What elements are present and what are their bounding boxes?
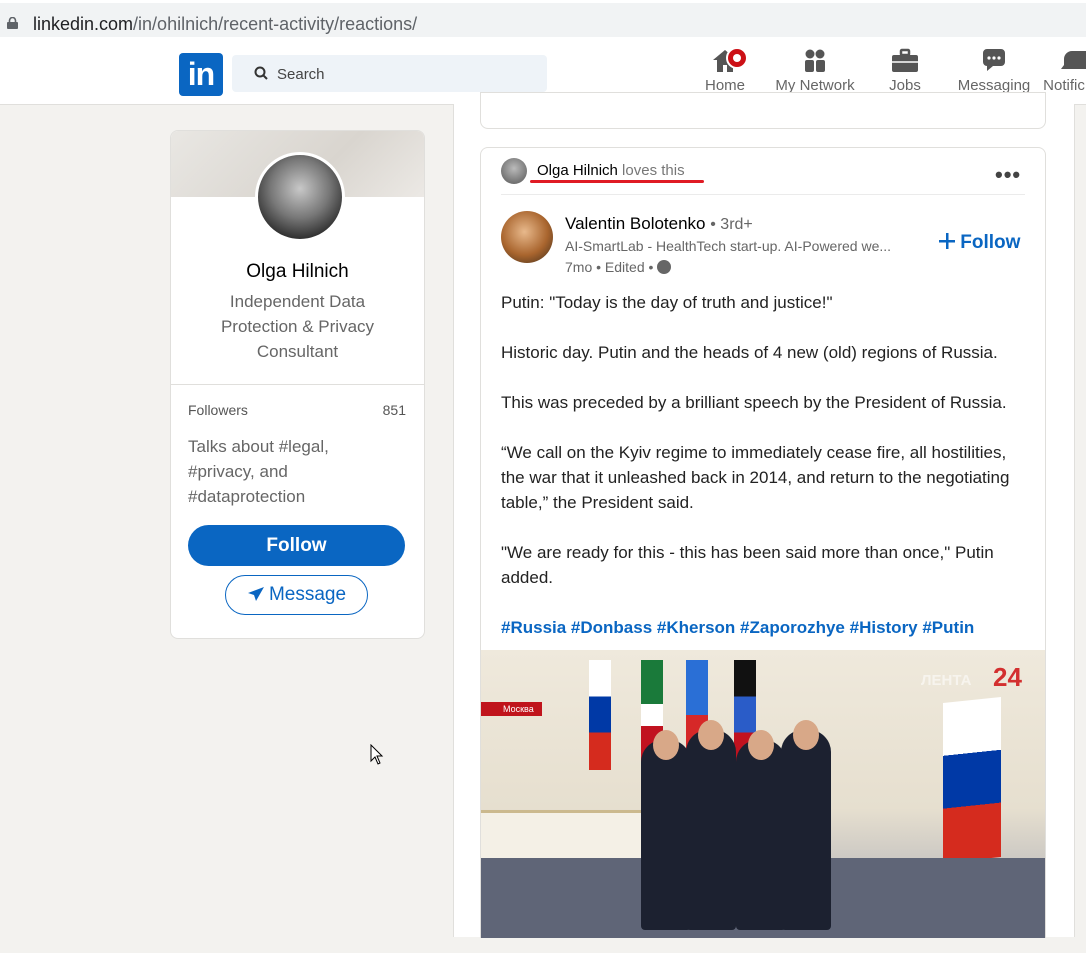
post-paragraph: Putin: "Today is the day of truth and ju…	[501, 293, 833, 312]
search-placeholder: Search	[277, 66, 325, 83]
image-channel-text: ЛЕНТА	[921, 672, 972, 689]
nav-notifications[interactable]: Notific	[1042, 47, 1086, 101]
search-input[interactable]: Search	[232, 55, 547, 92]
profile-name[interactable]: Olga Hilnich	[171, 261, 424, 283]
url-text[interactable]: linkedin.com/in/ohilnich/recent-activity…	[33, 14, 417, 35]
person-figure	[781, 730, 831, 930]
author-avatar[interactable]	[501, 211, 553, 263]
nav-notifications-label: Notific	[1043, 77, 1085, 94]
url-path: /in/ohilnich/recent-activity/reactions/	[133, 14, 418, 34]
person-figure	[686, 730, 736, 930]
post-card: Olga Hilnich loves this ••• Valentin Bol…	[480, 147, 1046, 938]
flag	[589, 660, 611, 770]
talks-about: Talks about #legal, #privacy, and #datap…	[188, 437, 329, 506]
post-time-line: 7mo • Edited •	[565, 259, 672, 275]
plus-icon	[939, 233, 955, 249]
author-name[interactable]: Valentin Bolotenko	[565, 214, 706, 233]
search-icon	[254, 66, 268, 80]
mouse-cursor-icon	[370, 744, 384, 765]
red-underline-annotation	[530, 180, 704, 183]
profile-follow-button[interactable]: Follow	[188, 525, 405, 566]
image-channel-logo: 24	[993, 662, 1022, 692]
chat-icon	[983, 49, 1005, 71]
image-location-tag: Москва	[481, 702, 542, 716]
context-divider	[501, 194, 1025, 195]
briefcase-icon	[892, 48, 918, 72]
card-divider	[171, 384, 424, 385]
post-body: Putin: "Today is the day of truth and ju…	[501, 290, 1031, 665]
person-figure	[736, 740, 786, 930]
person-head	[748, 730, 774, 760]
post-follow-label: Follow	[960, 232, 1021, 253]
url-domain: linkedin.com	[33, 14, 134, 34]
person-head	[793, 720, 819, 750]
profile-avatar[interactable]	[255, 152, 345, 242]
post-image[interactable]: Москва ЛЕНТА 24	[481, 650, 1045, 938]
more-options-icon[interactable]: •••	[995, 162, 1021, 188]
notification-badge	[726, 47, 748, 69]
author-degree: • 3rd+	[710, 216, 753, 233]
post-hashtags[interactable]: #Russia #Donbass #Kherson #Zaporozhye #H…	[501, 615, 1031, 640]
reaction-context: Olga Hilnich loves this	[537, 162, 685, 179]
message-button[interactable]: Message	[225, 575, 368, 615]
lock-icon	[7, 17, 18, 29]
person-figure	[641, 740, 691, 930]
context-verb: loves this	[622, 162, 685, 179]
author-headline: AI-SmartLab - HealthTech start-up. AI-Po…	[565, 238, 892, 254]
linkedin-logo[interactable]: in	[179, 53, 223, 96]
message-label: Message	[268, 584, 347, 605]
previous-post-card	[480, 92, 1046, 129]
author-name-line[interactable]: Valentin Bolotenko • 3rd+	[565, 214, 753, 234]
followers-count: 851	[382, 402, 406, 418]
context-avatar[interactable]	[501, 158, 527, 184]
post-paragraph: "We are ready for this - this has been s…	[501, 543, 994, 587]
person-head	[653, 730, 679, 760]
person-head	[698, 720, 724, 750]
profile-card: Olga Hilnich Independent Data Protection…	[170, 130, 425, 639]
network-icon	[805, 49, 825, 72]
profile-headline: Independent Data Protection & Privacy Co…	[220, 292, 375, 361]
post-paragraph: “We call on the Kyiv regime to immediate…	[501, 443, 1010, 512]
send-icon	[247, 587, 264, 601]
browser-url-bar[interactable]: linkedin.com/in/ohilnich/recent-activity…	[0, 0, 1086, 40]
followers-label: Followers	[188, 402, 248, 418]
post-paragraph: This was preceded by a brilliant speech …	[501, 393, 1007, 412]
bell-icon	[1061, 51, 1086, 69]
globe-icon	[657, 260, 672, 274]
post-paragraph: Historic day. Putin and the heads of 4 n…	[501, 343, 998, 362]
post-time: 7mo • Edited •	[565, 259, 654, 275]
post-follow-button[interactable]: Follow	[939, 232, 1020, 254]
context-name[interactable]: Olga Hilnich	[537, 162, 618, 179]
flag	[943, 696, 1001, 864]
